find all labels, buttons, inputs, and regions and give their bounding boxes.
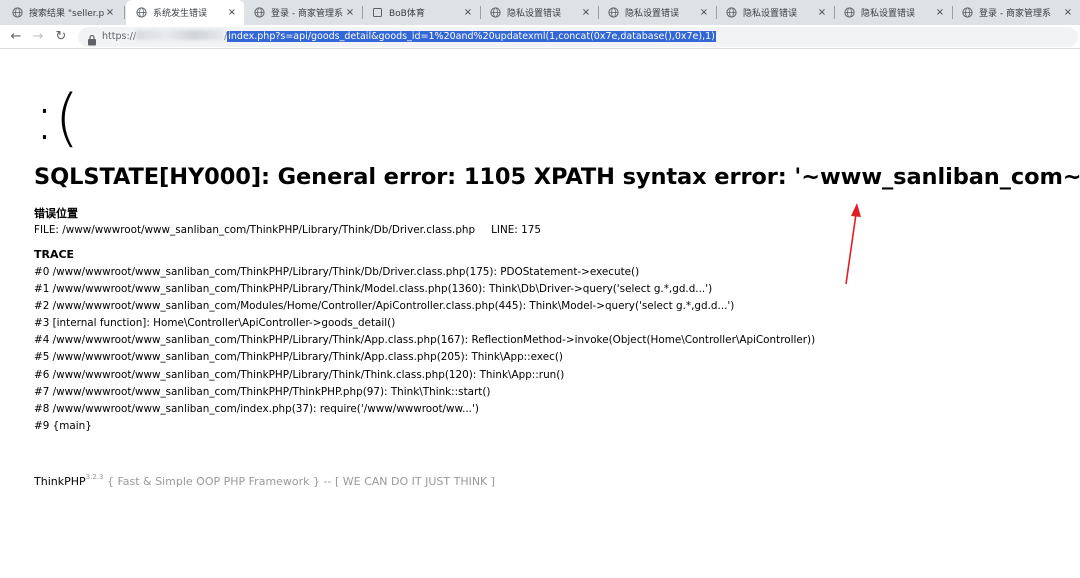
- trace-line: #2 /www/wwwroot/www_sanliban_com/Modules…: [34, 300, 735, 313]
- tab-title: 登录 - 商家管理系: [979, 9, 1051, 19]
- close-icon[interactable]: ×: [934, 7, 946, 19]
- trace-line: #3 [internal function]: Home\Controller\…: [34, 317, 396, 330]
- tab-privacy-error-3[interactable]: 隐私设置错误 ×: [716, 0, 834, 25]
- close-icon[interactable]: ×: [104, 7, 116, 19]
- tab-system-error[interactable]: 系统发生错误 ×: [126, 0, 244, 25]
- trace-line: #7 /www/wwwroot/www_sanliban_com/ThinkPH…: [34, 385, 491, 398]
- trace-line: #8 /www/wwwroot/www_sanliban_com/index.p…: [34, 402, 479, 415]
- earth-icon: [12, 7, 23, 18]
- tab-privacy-error-1[interactable]: 隐私设置错误 ×: [480, 0, 598, 25]
- tab-title: 隐私设置错误: [625, 9, 680, 19]
- footer-version: 3.2.3: [85, 473, 104, 481]
- tab-strip: 搜索结果 "seller.pl × 系统发生错误 × 登录 - 商家管理系 × …: [0, 0, 1080, 25]
- earth-icon: [844, 7, 855, 18]
- tab-title: 搜索结果 "seller.pl: [29, 9, 104, 19]
- error-file-line: FILE: /www/wwwroot/www_sanliban_com/Thin…: [34, 223, 541, 237]
- error-file: FILE: /www/wwwroot/www_sanliban_com/Thin…: [34, 224, 476, 236]
- close-icon[interactable]: ×: [344, 7, 356, 19]
- close-icon[interactable]: ×: [226, 7, 238, 19]
- tab-title: 隐私设置错误: [507, 9, 562, 19]
- close-icon[interactable]: ×: [816, 7, 828, 19]
- tab-bob-sports[interactable]: BoB体育 ×: [362, 0, 480, 25]
- trace-line: #0 /www/wwwroot/www_sanliban_com/ThinkPH…: [34, 266, 640, 278]
- trace-line: #6 /www/wwwroot/www_sanliban_com/ThinkPH…: [34, 368, 565, 381]
- back-arrow-icon[interactable]: ←: [8, 29, 24, 45]
- reload-icon[interactable]: ↻: [53, 29, 69, 45]
- tab-title: BoB体育: [389, 9, 425, 19]
- tab-privacy-error-4[interactable]: 隐私设置错误 ×: [834, 0, 952, 25]
- error-location-title: 错误位置: [34, 207, 78, 220]
- tab-title: 登录 - 商家管理系: [271, 9, 343, 19]
- error-line: LINE: 175: [491, 224, 541, 236]
- earth-icon: [608, 7, 619, 18]
- browser-toolbar: ← → ↻ https:///index.php?s=api/goods_det…: [0, 25, 1080, 49]
- trace-line: #9 {main}: [34, 419, 92, 432]
- tab-merchant-login[interactable]: 登录 - 商家管理系 ×: [244, 0, 362, 25]
- framework-footer: ThinkPHP3.2.3 { Fast & Simple OOP PHP Fr…: [34, 470, 495, 489]
- earth-icon: [254, 7, 265, 18]
- earth-icon: [136, 7, 147, 18]
- forward-arrow-icon[interactable]: →: [30, 29, 46, 45]
- address-text[interactable]: https:///index.php?s=api/goods_detail&go…: [102, 30, 716, 44]
- tab-title: 隐私设置错误: [743, 9, 798, 19]
- footer-slogan: { Fast & Simple OOP PHP Framework } -- […: [103, 475, 496, 488]
- close-icon[interactable]: ×: [1062, 7, 1074, 19]
- tab-title: 隐私设置错误: [861, 9, 916, 19]
- lock-icon[interactable]: [87, 31, 97, 46]
- trace-list: #0 /www/wwwroot/www_sanliban_com/ThinkPH…: [34, 264, 815, 435]
- sad-face: :(: [34, 81, 80, 154]
- close-icon[interactable]: ×: [462, 7, 474, 19]
- tab-divider: [124, 6, 125, 19]
- url-scheme: https://: [102, 31, 137, 42]
- tab-title: 系统发生错误: [153, 9, 208, 19]
- earth-icon: [726, 7, 737, 18]
- earth-icon: [962, 7, 973, 18]
- trace-line: #5 /www/wwwroot/www_sanliban_com/ThinkPH…: [34, 351, 563, 364]
- redacted-domain: [136, 30, 225, 40]
- trace-line: #4 /www/wwwroot/www_sanliban_com/ThinkPH…: [34, 334, 816, 347]
- footer-brand[interactable]: ThinkPHP: [34, 475, 86, 488]
- trace-title: TRACE: [34, 248, 75, 261]
- url-selected-text: index.php?s=api/goods_detail&goods_id=1%…: [227, 31, 716, 42]
- close-icon[interactable]: ×: [580, 7, 592, 19]
- page-icon: [372, 7, 383, 18]
- error-message: SQLSTATE[HY000]: General error: 1105 XPA…: [34, 164, 1080, 190]
- earth-icon: [490, 7, 501, 18]
- address-bar[interactable]: https:///index.php?s=api/goods_detail&go…: [78, 27, 1078, 47]
- tab-privacy-error-2[interactable]: 隐私设置错误 ×: [598, 0, 716, 25]
- tab-merchant-login-2[interactable]: 登录 - 商家管理系 ×: [952, 0, 1080, 25]
- trace-line: #1 /www/wwwroot/www_sanliban_com/ThinkPH…: [34, 283, 713, 296]
- tab-search-results[interactable]: 搜索结果 "seller.pl ×: [2, 0, 122, 25]
- close-icon[interactable]: ×: [698, 7, 710, 19]
